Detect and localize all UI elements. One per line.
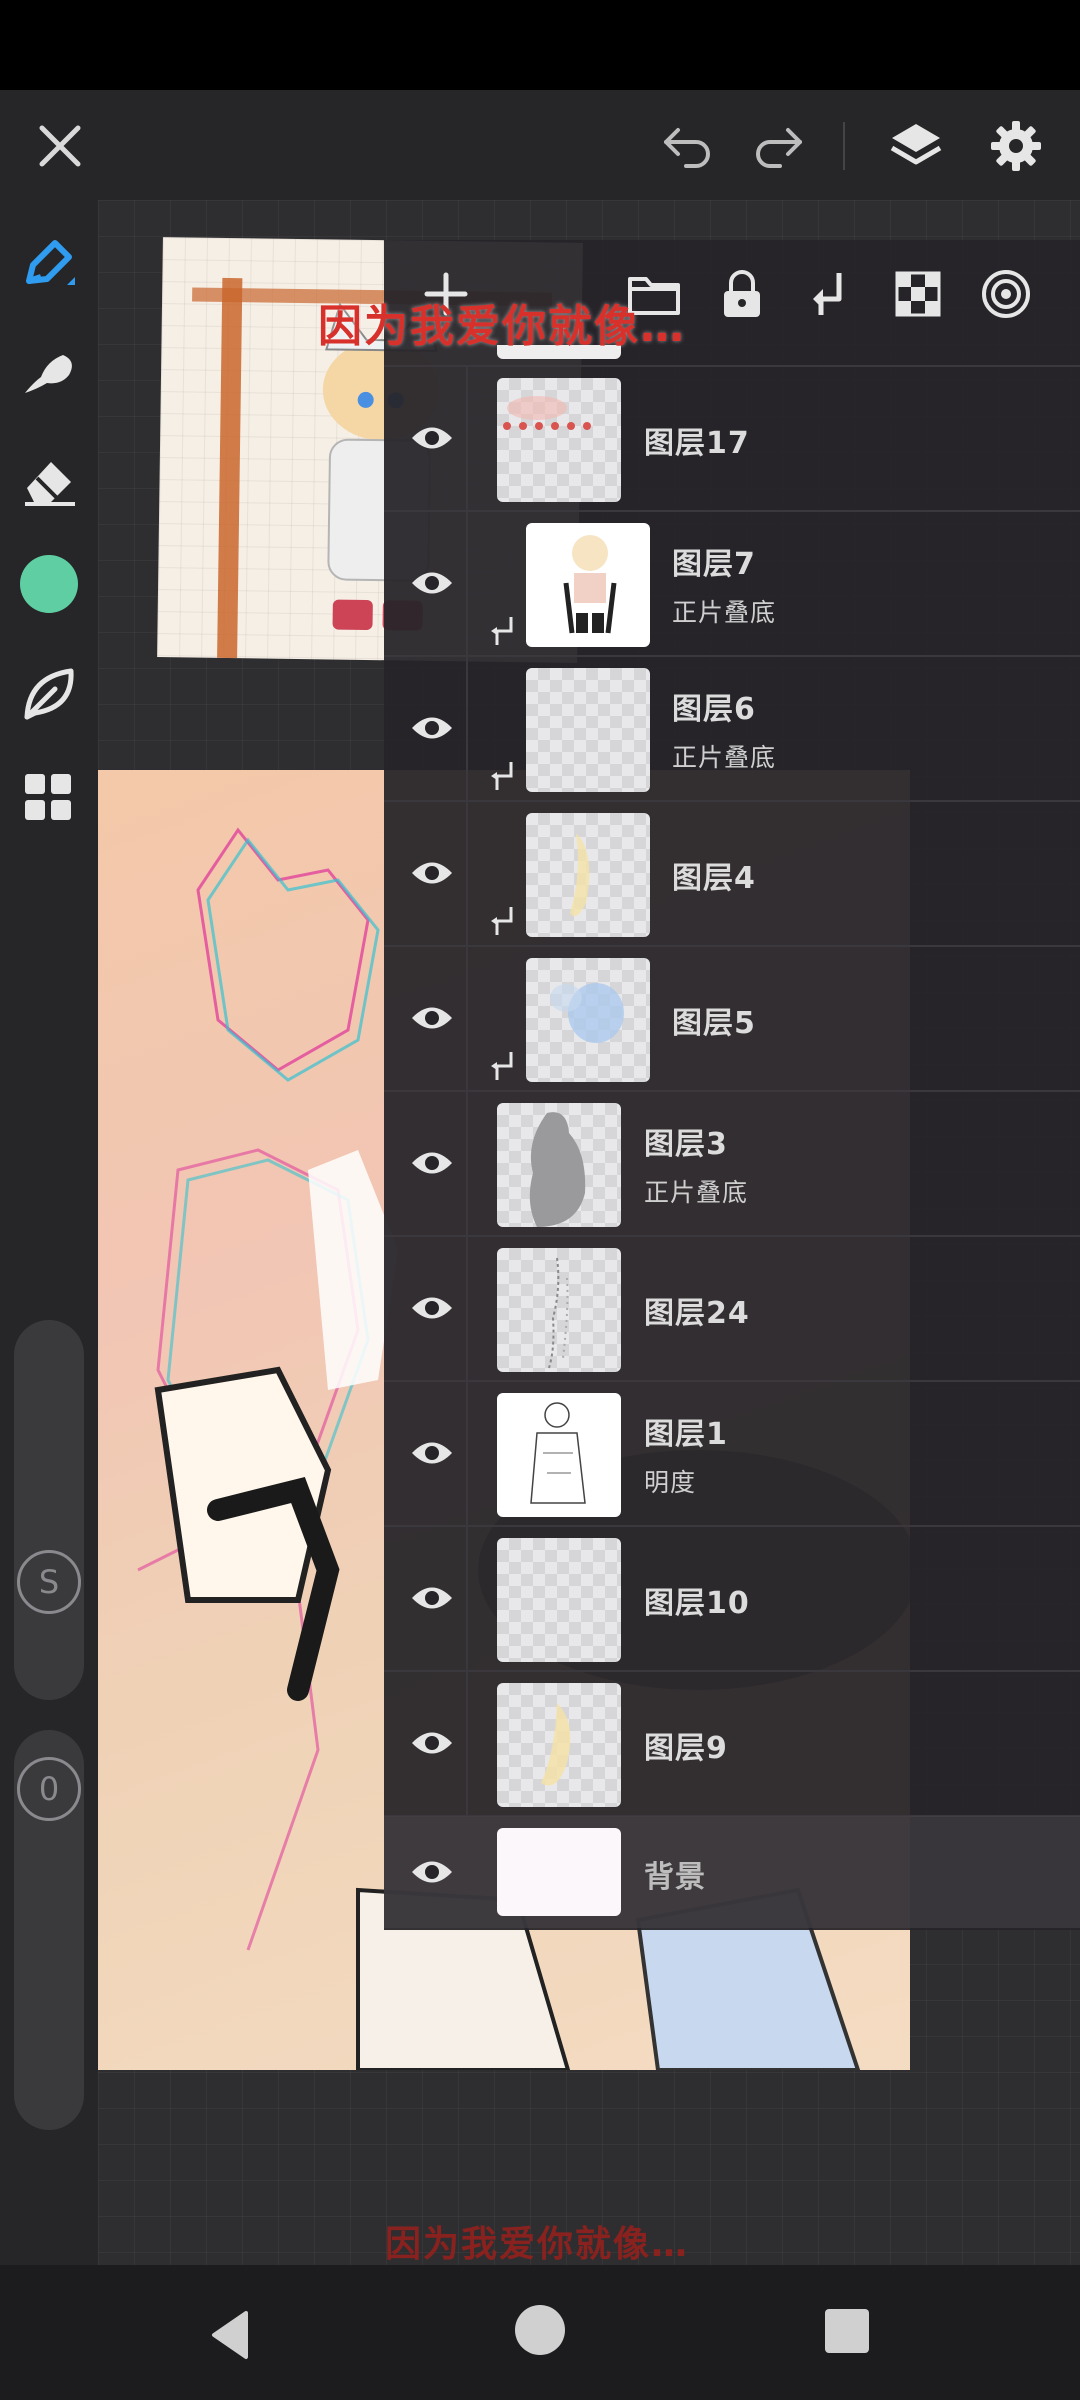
redo-icon[interactable] — [740, 108, 816, 184]
eye-icon[interactable] — [402, 1568, 462, 1628]
back-icon[interactable] — [200, 2305, 260, 2365]
layer-thumbnail — [497, 378, 621, 502]
left-toolbar: S 0 — [0, 200, 98, 2265]
grid-icon[interactable] — [11, 760, 87, 836]
layer-thumbnail — [497, 1103, 621, 1227]
overlay-caption: 因为我爱你就像… — [318, 301, 686, 352]
settings-icon[interactable] — [978, 108, 1054, 184]
layer-name: 图层10 — [644, 1586, 750, 1621]
eye-icon[interactable] — [402, 1133, 462, 1193]
layer-thumbnail — [497, 1683, 621, 1807]
opacity-button[interactable]: 0 — [17, 1757, 81, 1821]
layer-thumbnail — [497, 1248, 621, 1372]
layers-icon[interactable] — [878, 108, 954, 184]
top-toolbar — [0, 90, 1080, 200]
smudge-icon[interactable] — [11, 333, 87, 409]
layer-row-background[interactable]: 背景 — [384, 1816, 1080, 1928]
layer-thumbnail — [526, 668, 650, 792]
eye-icon[interactable] — [402, 843, 462, 903]
active-color-dot — [20, 555, 78, 613]
blend-mode: 正片叠底 — [672, 598, 777, 627]
layer-row[interactable]: 图层3 正片叠底 — [384, 1091, 1080, 1237]
eye-icon[interactable] — [402, 988, 462, 1048]
overlay-caption-bottom: 因为我爱你就像… — [385, 2224, 690, 2265]
clipping-arrow-icon — [491, 1052, 513, 1080]
leaf-icon[interactable] — [11, 655, 87, 731]
status-bar — [0, 0, 1080, 90]
size-button[interactable]: S — [17, 1550, 81, 1614]
blend-icon[interactable] — [974, 262, 1038, 326]
layer-name: 图层9 — [644, 1731, 728, 1766]
layer-name: 图层5 — [672, 1006, 756, 1041]
lock-icon[interactable] — [710, 262, 774, 326]
eye-icon[interactable] — [402, 698, 462, 758]
close-icon[interactable] — [22, 108, 98, 184]
blend-mode: 正片叠底 — [672, 743, 777, 772]
blend-mode: 明度 — [644, 1468, 697, 1497]
clipping-arrow-icon — [491, 617, 513, 645]
layer-thumbnail — [497, 1393, 621, 1517]
layer-name: 图层6 — [672, 692, 756, 727]
layer-thumbnail — [497, 1538, 621, 1662]
eye-icon[interactable] — [402, 408, 462, 468]
layer-row[interactable]: 图层10 — [384, 1526, 1080, 1672]
layer-name: 图层4 — [672, 861, 756, 896]
home-icon[interactable] — [515, 2305, 565, 2355]
layer-name: 图层7 — [672, 547, 756, 582]
layer-thumbnail — [526, 813, 650, 937]
layer-name: 图层3 — [644, 1127, 728, 1162]
clipping-arrow-icon — [491, 762, 513, 790]
brush-size-slider[interactable] — [14, 1320, 84, 1700]
recents-icon[interactable] — [825, 2309, 869, 2353]
blend-mode: 正片叠底 — [644, 1178, 749, 1207]
layer-row[interactable]: 图层9 — [384, 1671, 1080, 1817]
eye-icon[interactable] — [402, 1842, 462, 1902]
brush-icon[interactable] — [11, 225, 87, 301]
eye-icon[interactable] — [402, 1713, 462, 1773]
eye-icon[interactable] — [402, 1423, 462, 1483]
undo-icon[interactable] — [650, 108, 726, 184]
eye-icon[interactable] — [402, 553, 462, 613]
layer-thumbnail — [526, 523, 650, 647]
color-swatch[interactable] — [11, 546, 87, 622]
system-nav-bar — [0, 2265, 1080, 2400]
layer-name: 图层1 — [644, 1417, 728, 1452]
layer-row[interactable]: 图层6 正片叠底 — [384, 656, 1080, 802]
layer-name: 背景 — [644, 1860, 706, 1895]
layer-thumbnail — [497, 1828, 621, 1916]
layer-row[interactable]: 图层7 正片叠底 — [384, 511, 1080, 657]
clipping-arrow-icon — [491, 907, 513, 935]
eye-icon[interactable] — [402, 1278, 462, 1338]
eraser-icon[interactable] — [11, 440, 87, 516]
layer-thumbnail — [526, 958, 650, 1082]
layer-row[interactable]: 图层4 — [384, 801, 1080, 947]
layer-row[interactable]: 图层1 明度 — [384, 1381, 1080, 1527]
layer-row[interactable]: 图层24 — [384, 1236, 1080, 1382]
layer-row[interactable]: 图层17 — [384, 366, 1080, 512]
divider — [843, 122, 845, 170]
merge-down-icon[interactable] — [798, 262, 862, 326]
layer-row[interactable]: 图层5 — [384, 946, 1080, 1092]
checker-icon[interactable] — [886, 262, 950, 326]
layer-name: 图层24 — [644, 1296, 750, 1331]
layer-name: 图层17 — [644, 426, 750, 461]
